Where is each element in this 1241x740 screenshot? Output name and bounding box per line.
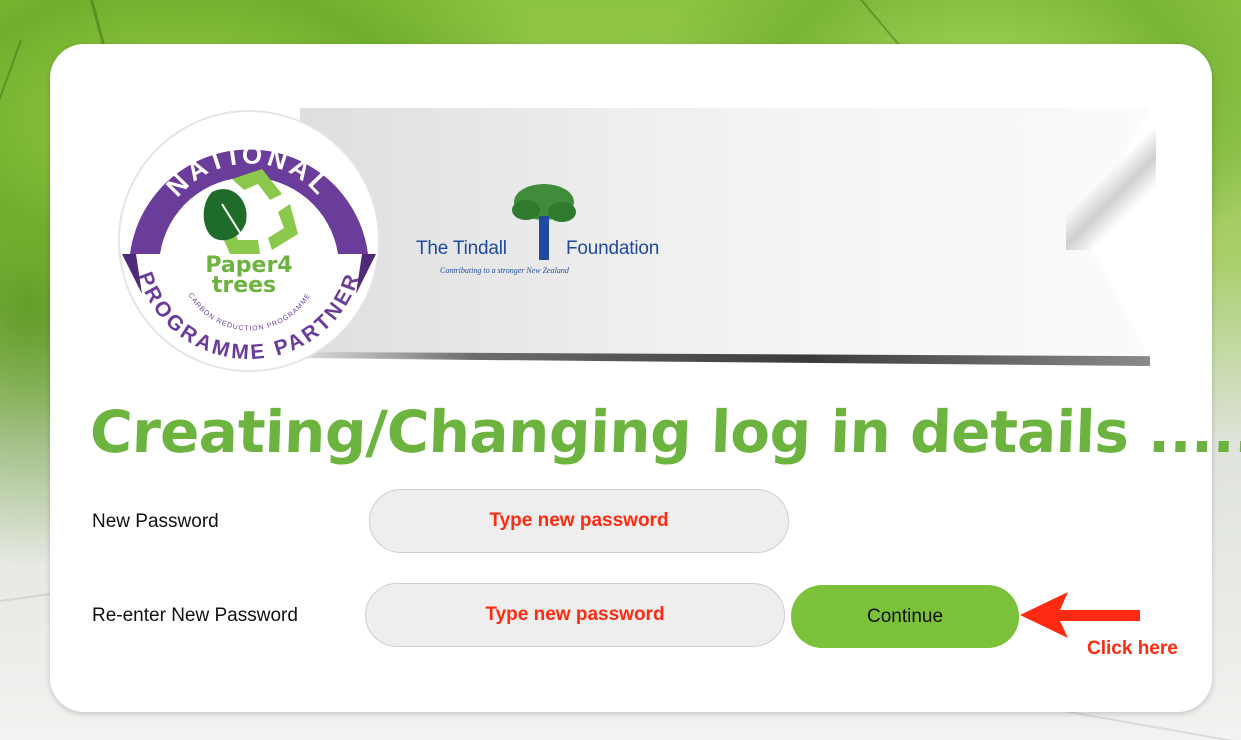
page-title: Creating/Changing log in details ...... [88,398,1241,466]
new-password-field[interactable]: Type new password [369,489,789,553]
red-arrow-icon [1020,592,1140,638]
tindall-foundation-logo: The Tindall Foundation Contributing to a… [412,180,692,280]
sponsor-name-left: The Tindall [416,238,507,259]
reenter-password-placeholder: Type new password [485,604,665,625]
sponsor-name-right: Foundation [566,238,660,259]
sponsor-tagline: Contributing to a stronger New Zealand [440,266,569,275]
badge-brand-line2: trees [212,273,276,298]
new-password-placeholder: Type new password [489,510,669,531]
reenter-password-field[interactable]: Type new password [365,583,785,647]
click-here-annotation: Click here [1087,638,1178,659]
continue-button[interactable]: Continue [791,585,1019,648]
reenter-password-label: Re-enter New Password [92,605,298,626]
programme-partner-badge: NATIONAL PROGRAMME PARTNER CARBON REDUCT… [112,104,386,378]
banner-ribbon-fold [1066,130,1156,250]
new-password-label: New Password [92,511,219,532]
